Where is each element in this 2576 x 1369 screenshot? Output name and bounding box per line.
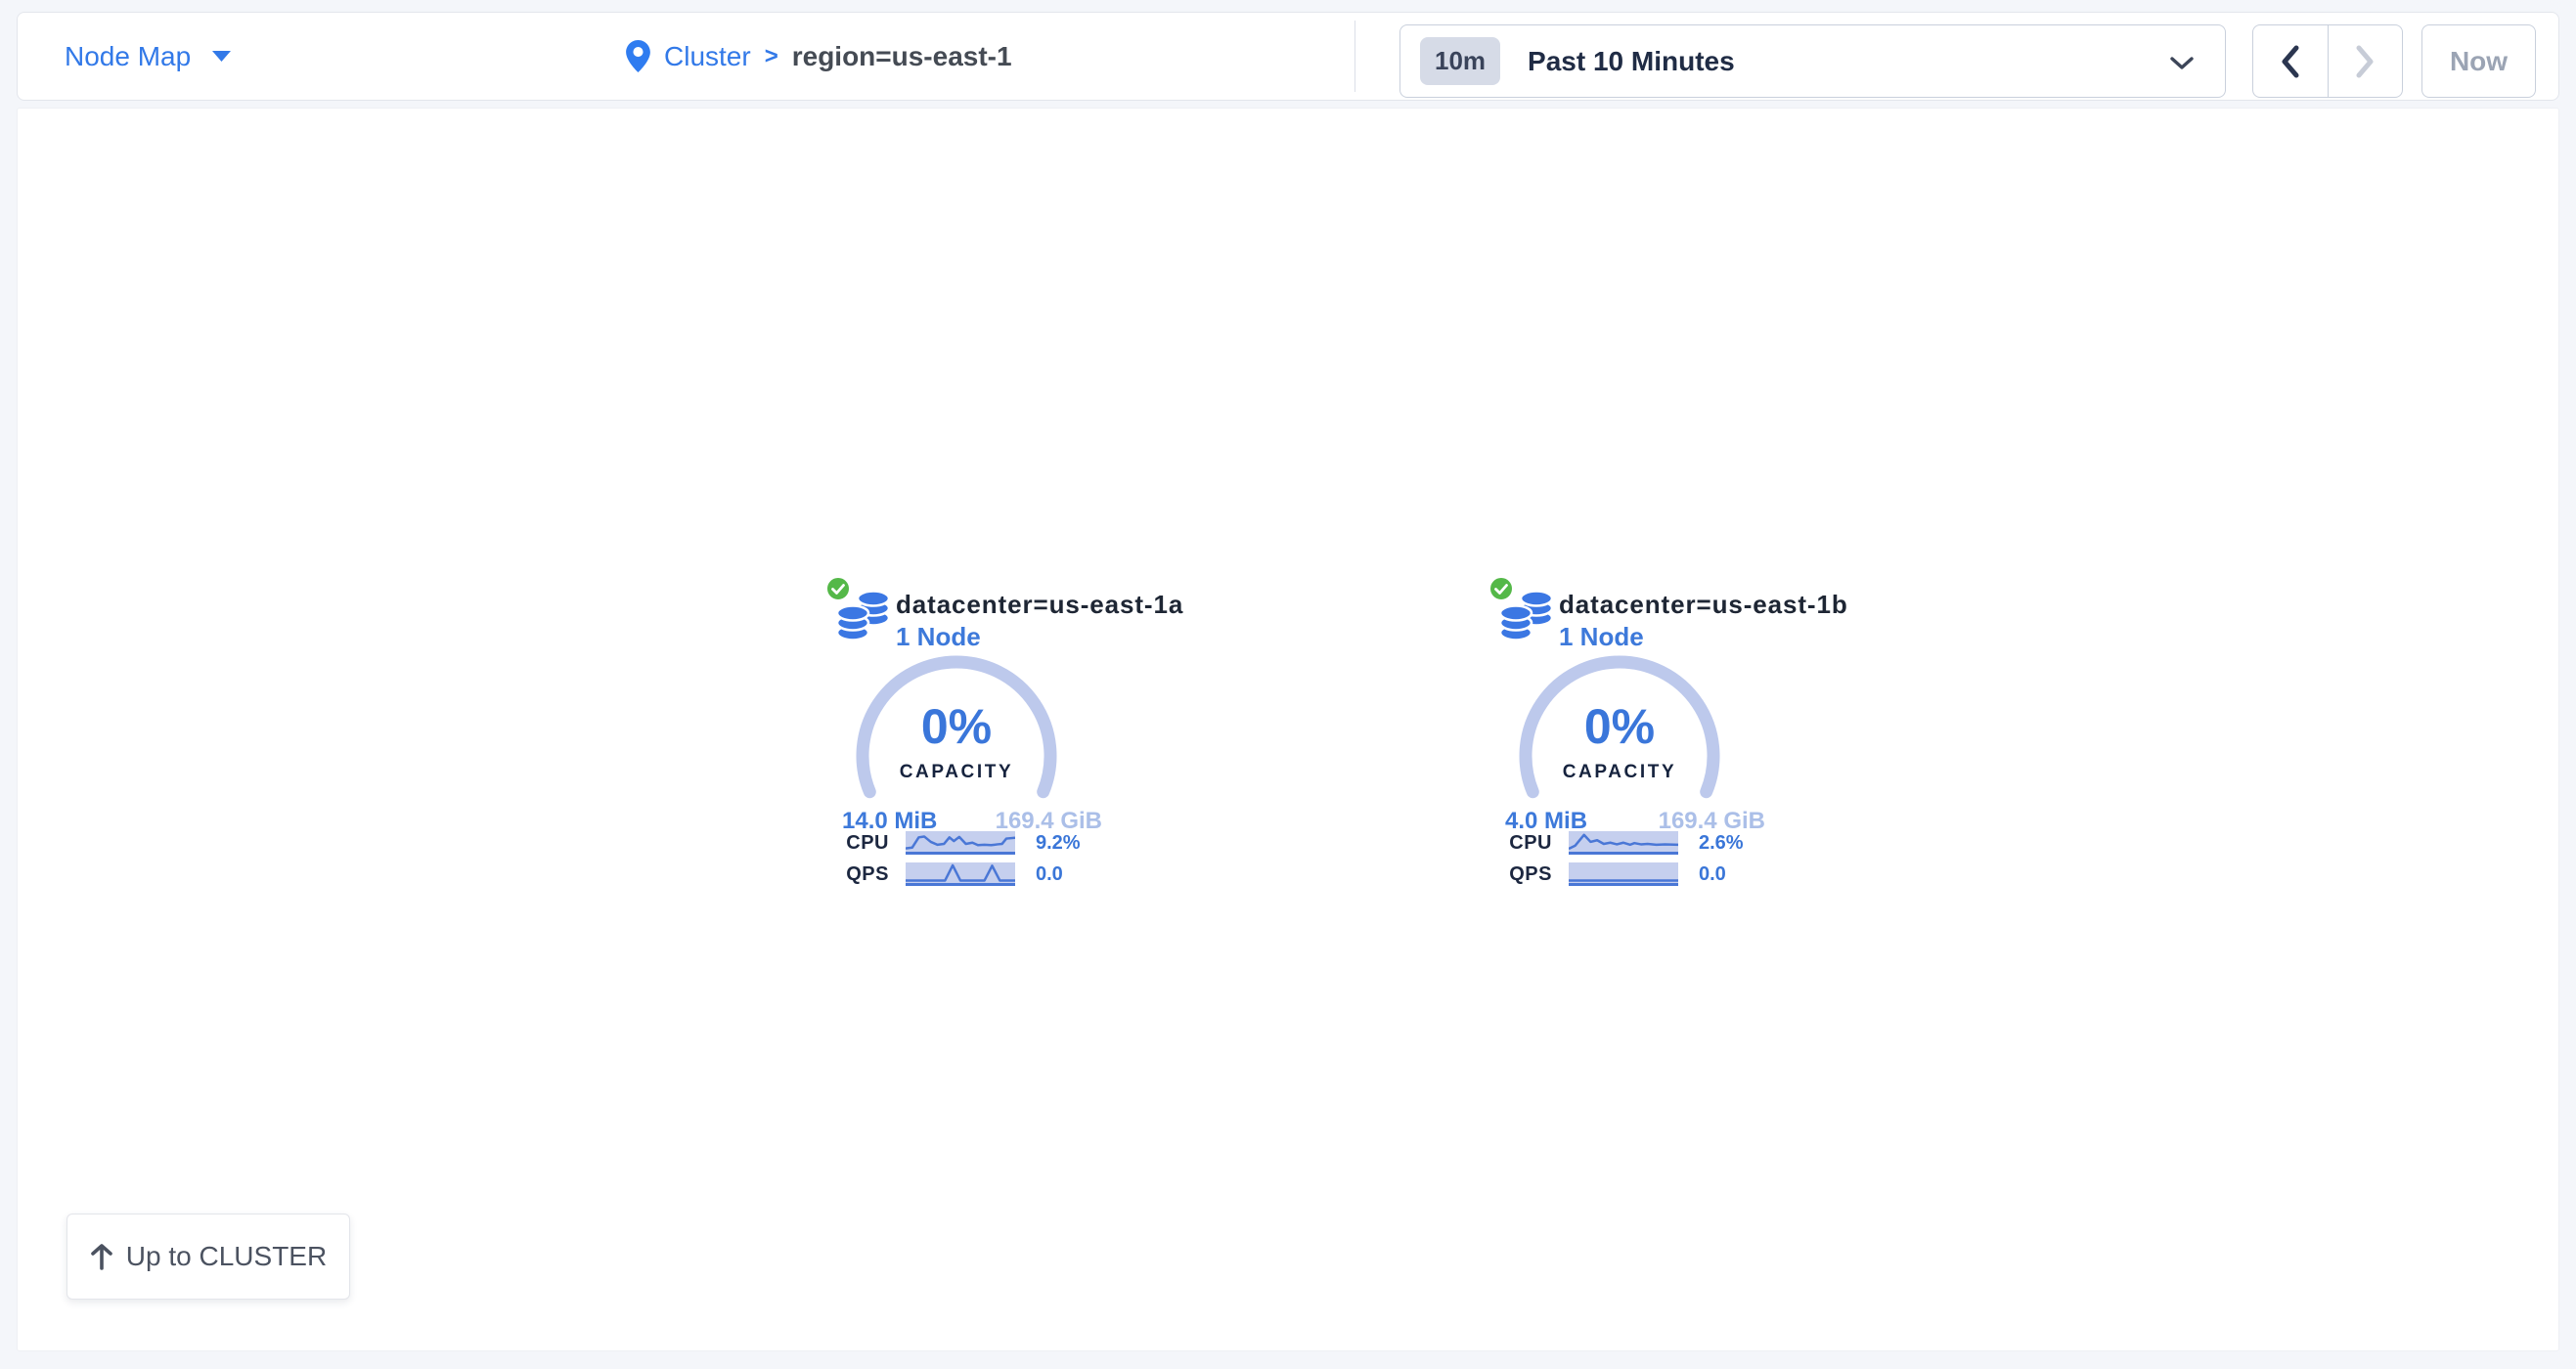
up-to-cluster-label: Up to CLUSTER [126,1241,327,1272]
datacenter-header: datacenter=us-east-1b 1 Node [1559,590,1848,651]
capacity-label: CAPACITY [1563,762,1677,783]
metric-row-cpu: CPU 2.6% [1444,831,1744,855]
cpu-sparkline [1569,831,1678,855]
qps-sparkline [906,862,1015,886]
metric-row-cpu: CPU 9.2% [781,831,1081,855]
caret-down-icon [212,51,231,63]
datacenter-group[interactable]: datacenter=us-east-1b 1 Node 0% CAPACITY… [1444,573,1797,905]
breadcrumb-current: region=us-east-1 [792,41,1012,72]
metric-row-qps: QPS 0.0 [1444,862,1726,886]
cpu-sparkline [906,831,1015,855]
qps-sparkline [1569,862,1678,886]
metric-value: 0.0 [1036,863,1063,886]
metric-value: 9.2% [1036,832,1081,855]
capacity-percent: 0% [921,700,992,753]
breadcrumb-cluster-link[interactable]: Cluster [664,41,751,72]
view-selector-dropdown[interactable]: Node Map [65,13,231,100]
metric-label: CPU [781,832,889,855]
node-map-canvas: datacenter=us-east-1a 1 Node 0% CAPACITY… [17,108,2559,1351]
metric-value: 2.6% [1699,832,1744,855]
chevron-left-icon [2280,44,2301,79]
capacity-label: CAPACITY [900,762,1014,783]
breadcrumb: Cluster > region=us-east-1 [626,13,1012,100]
node-count-link: 1 Node [896,622,1183,651]
database-stack-icon [832,586,895,648]
metric-value: 0.0 [1699,863,1726,886]
datacenter-group[interactable]: datacenter=us-east-1a 1 Node 0% CAPACITY… [781,573,1133,905]
metric-label: QPS [781,863,889,886]
datacenter-title: datacenter=us-east-1a [896,590,1183,619]
location-pin-icon [626,40,650,72]
time-back-button[interactable] [2252,24,2329,98]
breadcrumb-separator: > [765,43,778,70]
metric-label: CPU [1444,832,1552,855]
arrow-up-icon [90,1243,113,1270]
metric-label: QPS [1444,863,1552,886]
time-range-badge: 10m [1420,37,1500,85]
capacity-percent: 0% [1584,700,1655,753]
view-selector-label: Node Map [65,41,191,72]
chevron-right-icon [2354,44,2376,79]
time-range-dropdown[interactable]: 10m Past 10 Minutes [1399,24,2226,98]
top-bar: Node Map Cluster > region=us-east-1 10m … [17,12,2559,101]
time-forward-button[interactable] [2328,24,2404,98]
datacenter-header: datacenter=us-east-1a 1 Node [896,590,1183,651]
chevron-down-icon [2170,57,2194,70]
node-count-link: 1 Node [1559,622,1848,651]
metric-row-qps: QPS 0.0 [781,862,1063,886]
up-to-cluster-button[interactable]: Up to CLUSTER [67,1214,350,1300]
database-stack-icon [1495,586,1558,648]
now-button[interactable]: Now [2421,24,2536,98]
time-range-label: Past 10 Minutes [1528,46,1735,77]
time-nav-arrows [2252,24,2403,98]
datacenter-title: datacenter=us-east-1b [1559,590,1848,619]
